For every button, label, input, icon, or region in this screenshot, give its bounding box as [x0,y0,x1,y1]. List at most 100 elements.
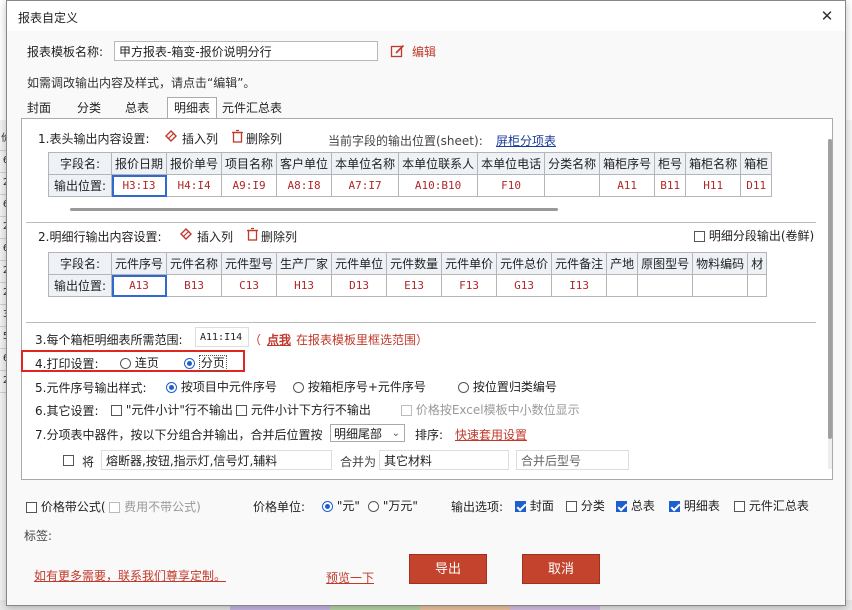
position-cell[interactable]: A13 [110,274,168,297]
field-header[interactable]: 元件序号 [110,252,168,275]
field-header[interactable]: 元件型号 [221,252,278,275]
pick-range-link[interactable]: 点我 [267,331,291,348]
output-cover-option[interactable]: 封面 [515,497,554,514]
merge-target-field[interactable]: 其它材料 [379,450,509,470]
field-header[interactable]: 本单位联系人 [398,152,479,175]
position-cell[interactable]: D13 [331,274,388,297]
serial-by-project-radio[interactable] [166,382,177,393]
position-cell[interactable] [606,274,639,297]
position-cell[interactable]: I13 [551,274,608,297]
field-header[interactable]: 柜号 [654,152,687,175]
field-header[interactable]: 元件单位 [331,252,388,275]
position-cell[interactable] [692,274,749,297]
no-formula-fee-check[interactable] [109,502,121,513]
field-header[interactable]: 元件数量 [386,252,443,275]
price-formula-option[interactable]: 价格带公式( 费用不带公式) [26,498,201,515]
position-cell[interactable]: A10:B10 [398,174,479,197]
position-cell[interactable]: A7:I7 [331,174,400,197]
field-header[interactable]: 生产厂家 [276,252,333,275]
output-summary-check[interactable] [616,501,627,512]
output-category-check[interactable] [566,501,577,512]
position-cell[interactable]: D11 [740,174,773,197]
field-header[interactable]: 客户单位 [276,152,333,175]
position-cell[interactable]: H4:I4 [166,174,223,197]
position-cell[interactable]: B13 [166,274,223,297]
output-summary-option[interactable]: 总表 [616,497,655,514]
serial-by-position-radio[interactable] [458,382,469,393]
position-cell[interactable]: A8:I8 [276,174,333,197]
field-header[interactable]: 报价日期 [110,152,168,175]
position-cell[interactable]: H11 [685,174,742,197]
position-cell[interactable]: H3:I3 [110,174,168,197]
field-header[interactable]: 原图型号 [637,252,694,275]
output-cover-check[interactable] [515,501,526,512]
output-detail-option[interactable]: 明细表 [669,497,720,514]
position-cell[interactable]: E13 [386,274,443,297]
range-field[interactable]: A11:I14 [195,327,249,347]
serial-by-cabinet-radio[interactable] [293,382,304,393]
position-cell[interactable]: H13 [276,274,333,297]
no-below-subtotal-option[interactable]: 元件小计下方行不输出 [236,401,371,418]
close-icon[interactable]: ✕ [817,6,837,26]
trash-icon[interactable] [246,227,259,244]
cancel-button[interactable]: 取消 [522,554,600,584]
field-header[interactable]: 分类名称 [544,152,601,175]
output-components-option[interactable]: 元件汇总表 [734,497,809,514]
field-header[interactable]: 元件单价 [441,252,498,275]
position-cell[interactable]: F10 [477,174,546,197]
excel-decimal-check[interactable] [401,405,412,416]
serial-by-position-option[interactable]: 按位置归类编号 [458,378,557,395]
insert-column-icon[interactable] [179,227,194,245]
merge-position-select[interactable]: 明细尾部 ⌄ [330,424,405,442]
tab-components[interactable]: 元件汇总表 [219,98,285,118]
serial-by-cabinet-option[interactable]: 按箱柜序号+元件序号 [293,378,426,395]
position-cell[interactable]: G13 [496,274,553,297]
merge-check-box[interactable] [63,455,74,466]
panel-scrollbar-thumb[interactable] [828,139,832,439]
print-paged-option[interactable]: 分页 [184,354,227,371]
serial-by-project-option[interactable]: 按项目中元件序号 [166,378,277,395]
field-header[interactable]: 物料编码 [692,252,749,275]
merge-items-field[interactable]: 熔断器,按钮,指示灯,信号灯,辅料 [101,450,332,470]
unit-wan-radio[interactable] [368,501,379,512]
unit-yuan-radio[interactable] [322,501,333,512]
merge-enable-check[interactable] [63,453,74,467]
preview-link[interactable]: 预览一下 [326,569,374,586]
field-header[interactable]: 元件总价 [496,252,553,275]
field-header[interactable]: 本单位名称 [331,152,400,175]
insert-column-icon[interactable] [164,129,179,147]
field-header[interactable]: 材 [747,252,768,275]
tab-summary[interactable]: 总表 [119,98,155,118]
template-name-field[interactable]: 甲方报表-箱变-报价说明分行 [114,41,378,61]
section1-insert-column[interactable]: 插入列 [182,130,218,147]
field-header[interactable]: 产地 [606,252,639,275]
field-header[interactable]: 箱柜序号 [599,152,656,175]
no-subtotal-check[interactable] [111,405,122,416]
unit-wan-option[interactable]: "万元" [368,497,418,514]
tab-cover[interactable]: 封面 [21,98,57,118]
position-cell[interactable]: A11 [599,174,656,197]
no-below-subtotal-check[interactable] [236,405,247,416]
segment-output-checkbox[interactable]: 明细分段输出(卷鲜) [694,227,814,244]
section2-insert-column[interactable]: 插入列 [197,228,233,245]
print-continuous-option[interactable]: 连页 [120,354,159,371]
position-cell[interactable]: C13 [221,274,278,297]
output-detail-check[interactable] [669,501,680,512]
position-cell[interactable]: F13 [441,274,498,297]
edit-link[interactable]: 编辑 [412,43,436,60]
field-header[interactable]: 本单位电话 [477,152,546,175]
tab-detail[interactable]: 明细表 [167,97,217,119]
sheet-position-link[interactable]: 屏柜分项表 [496,132,556,149]
price-formula-check[interactable] [26,502,37,513]
output-components-check[interactable] [734,501,745,512]
tab-category[interactable]: 分类 [71,98,107,118]
custom-contact-link[interactable]: 如有更多需要，联系我们尊享定制。 [34,567,226,584]
field-header[interactable]: 元件名称 [166,252,223,275]
excel-decimal-option[interactable]: 价格按Excel模板中小数位显示 [401,401,580,418]
field-header[interactable]: 项目名称 [221,152,278,175]
field-header[interactable]: 箱柜名称 [685,152,742,175]
print-continuous-radio[interactable] [120,358,131,369]
output-category-option[interactable]: 分类 [566,497,605,514]
field-header[interactable]: 报价单号 [166,152,223,175]
position-cell[interactable] [544,174,601,197]
